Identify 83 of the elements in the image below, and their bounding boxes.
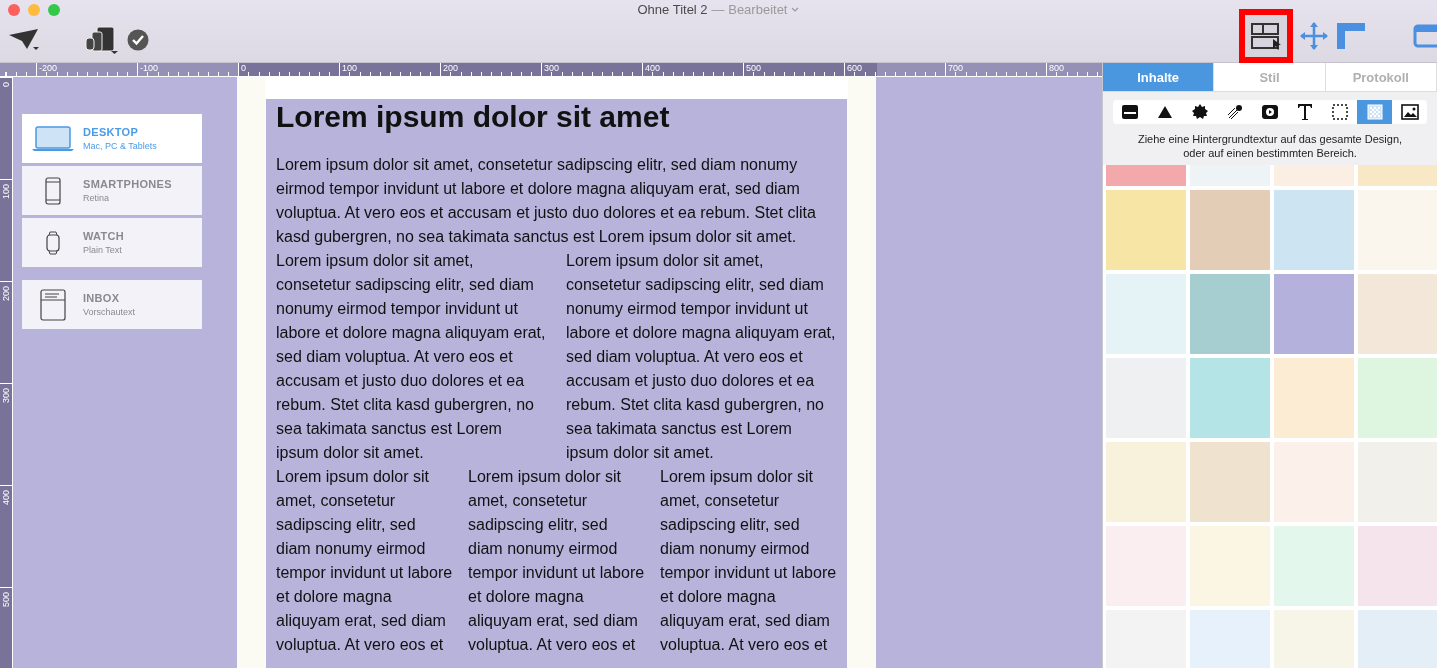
watch-icon [44,230,61,255]
device-option[interactable]: DESKTOP Mac, PC & Tablets [22,114,202,163]
device-name: SMARTPHONES [83,178,172,190]
texture-swatch[interactable] [1190,274,1270,354]
texture-swatch[interactable] [1190,190,1270,270]
window-icon[interactable] [1413,24,1437,48]
texture-swatch[interactable] [1190,442,1270,522]
document-heading: Lorem ipsum dolor sit amet [276,101,671,133]
inbox-icon [39,288,66,321]
texture-swatch[interactable] [1106,190,1186,270]
device-name: INBOX [83,292,121,304]
window-title: Ohne Titel 2 [637,2,708,17]
texture-swatch[interactable] [1106,274,1186,354]
texture-swatch[interactable] [1358,610,1437,668]
texture-swatch[interactable] [1274,526,1354,606]
ruler-label: 300 [1,388,12,404]
chevron-icon[interactable] [791,6,800,13]
ruler-label: -100 [137,63,238,76]
dashed-frame-icon [1331,104,1348,120]
video-icon [1261,104,1279,120]
texture-swatch[interactable] [1190,610,1270,668]
texture-swatch[interactable] [1190,358,1270,438]
minimize-button[interactable] [28,4,40,16]
ruler-label: 0 [1,82,12,87]
layout-button[interactable] [1239,9,1293,63]
ruler-label: 600 [844,63,945,76]
device-option[interactable]: INBOX Vorschautext [22,280,202,329]
smartphone-icon [44,176,61,205]
ruler-label: 500 [1,592,12,608]
close-button[interactable] [8,4,20,16]
ruler-label: 100 [339,63,440,76]
ruler-label: 500 [743,63,844,76]
text-icon [1296,103,1313,121]
ruler-icon[interactable] [1335,21,1367,51]
panel-hint: Ziehe eine Hintergrundtextur auf das gesamte Design, oder auf einen bestimmten Bereich. [1136,132,1404,161]
body-paragraph: Lorem ipsum dolor sit amet, consetetur sadipscing elitr, sed diam nonumy eirmod tempor invidunt ut labore et dolore magna aliquyam erat, sed diam voluptua. At vero eos et accusam et justo duo dolores et ea rebum. Stet clita kasd gubergren, no sea takimata sanctus est Lorem ipsum dolor sit amet. [276,155,817,247]
ruler-label: 400 [1,490,12,506]
image-icon [1400,104,1419,120]
ruler-label: 200 [1,286,12,302]
texture-swatch[interactable] [1358,526,1437,606]
move-arrows-icon[interactable] [1299,21,1329,51]
device-description: Retina [83,193,110,203]
texture-swatch[interactable] [1358,358,1437,438]
texture-swatch[interactable] [1274,358,1354,438]
texture-swatch[interactable] [1358,165,1437,186]
laptop-icon [30,125,75,152]
triangle-icon [1157,105,1174,119]
column-paragraph: Lorem ipsum dolor sit amet, consetetur sadipscing elitr, sed diam nonumy eirmod tempor invidunt ut labore et dolore magna aliquyam erat, sed diam voluptua. At vero eos et [660,467,837,655]
ruler-label: 0 [238,63,339,76]
texture-swatch[interactable] [1358,274,1437,354]
device-option[interactable]: WATCH Plain Text [22,218,202,267]
device-description: Plain Text [83,245,123,255]
ruler-label: -200 [36,63,137,76]
comet-icon [1227,104,1244,120]
device-name: WATCH [83,230,124,242]
device-option[interactable]: SMARTPHONES Retina [22,166,202,215]
column-paragraph: Lorem ipsum dolor sit amet, consetetur sadipscing elitr, sed diam nonumy eirmod tempor invidunt ut labore et dolore magna aliquyam erat, sed diam voluptua. At vero eos et [468,467,645,655]
device-description: Mac, PC & Tablets [83,141,157,151]
layout-icon [1249,21,1283,51]
edit-status[interactable]: — Bearbeitet [711,2,788,17]
zoom-button[interactable] [48,4,60,16]
texture-swatch[interactable] [1106,165,1186,186]
starburst-icon [1192,104,1209,120]
ruler-label: 300 [541,63,642,76]
ruler-label: 200 [440,63,541,76]
devices-icon[interactable] [85,26,119,54]
texture-swatch[interactable] [1274,190,1354,270]
texture-swatch[interactable] [1274,165,1354,186]
texture-swatch[interactable] [1190,526,1270,606]
texture-icon [1366,104,1383,120]
device-name: DESKTOP [83,126,140,138]
checkmark-icon[interactable] [127,29,149,51]
column-paragraph: Lorem ipsum dolor sit amet, consetetur sadipscing elitr, sed diam nonumy eirmod tempor invidunt ut labore et dolore magna aliquyam erat, sed diam voluptua. At vero eos et accusam et justo duo dolores et ea rebum. Stet clita kasd gubergren, no sea takimata sanctus est Lorem ipsum dolor sit amet. [276,251,546,463]
column-paragraph: Lorem ipsum dolor sit amet, consetetur sadipscing elitr, sed diam nonumy eirmod tempor invidunt ut labore et dolore magna aliquyam erat, sed diam voluptua. At vero eos et accusam et justo duo dolores et ea rebum. Stet clita kasd gubergren, no sea takimata sanctus est Lorem ipsum dolor sit amet. [566,251,836,463]
ruler-label: 700 [945,63,1046,76]
texture-swatch[interactable] [1106,442,1186,522]
ruler-label: 100 [1,184,12,200]
texture-swatch[interactable] [1274,274,1354,354]
block-icon [1121,104,1140,120]
device-description: Vorschautext [83,307,136,317]
ruler-label: 400 [642,63,743,76]
paper-plane-icon[interactable] [7,27,41,53]
column-paragraph: Lorem ipsum dolor sit amet, consetetur sadipscing elitr, sed diam nonumy eirmod tempor invidunt ut labore et dolore magna aliquyam erat, sed diam voluptua. At vero eos et [276,467,453,655]
